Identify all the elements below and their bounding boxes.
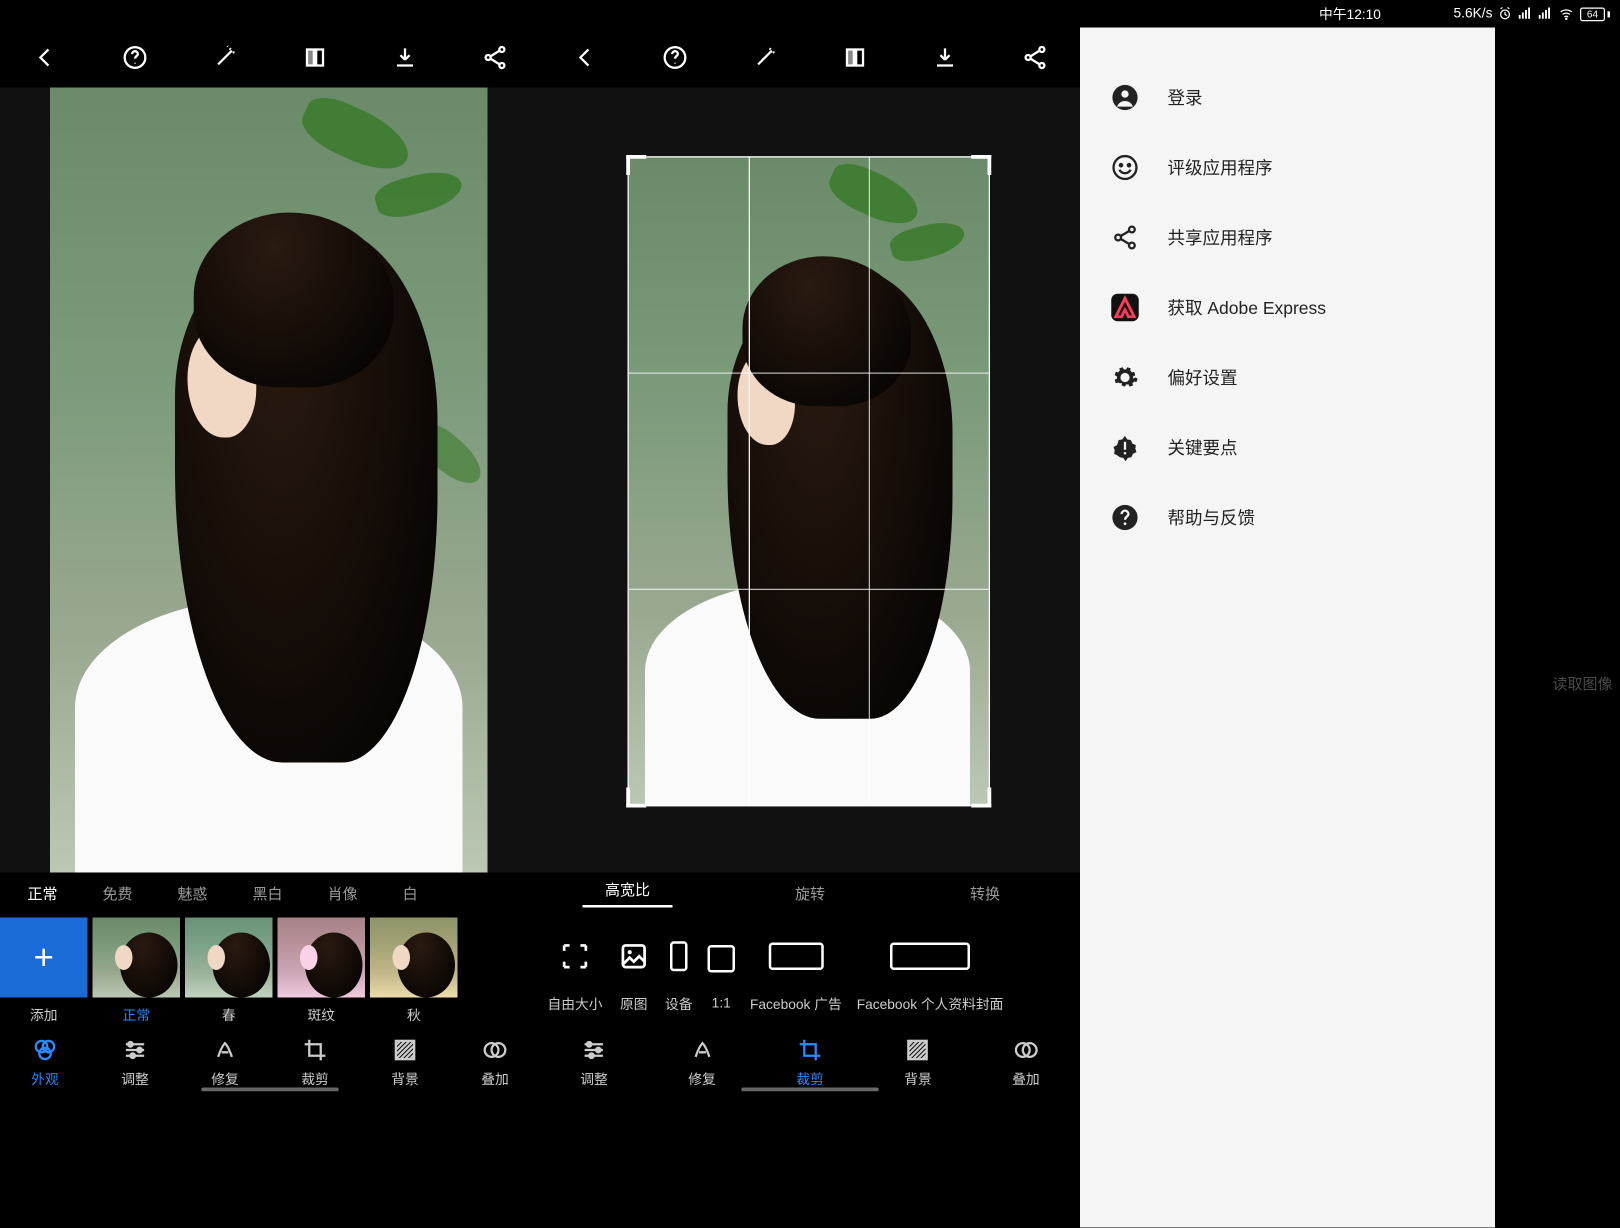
nav-background[interactable]: 背景 [391,1036,419,1089]
filter-tab[interactable]: 正常 [5,882,80,903]
crop-tab[interactable]: 高宽比 [583,878,673,907]
menu-adobe-express[interactable]: 获取 Adobe Express [1103,273,1473,343]
crop-free[interactable]: 自由大小 [543,931,608,1014]
filter-thumb[interactable]: 春 [185,918,273,1026]
nav-crop[interactable]: 裁剪 [301,1036,329,1089]
menu-preferences[interactable]: 偏好设置 [1103,343,1473,413]
crop-device[interactable]: 设备 [660,931,698,1014]
filter-thumbnails: + 添加 正常 春 斑纹 秋 [0,913,540,1028]
image-canvas-2[interactable] [540,88,1080,873]
bottom-nav-2: 调整 修复 裁剪 背景 叠加 [540,1028,1080,1098]
compare-icon[interactable] [298,40,333,75]
wifi-icon [1558,6,1576,21]
back-button[interactable] [28,40,63,75]
menu-help[interactable]: 帮助与反馈 [1103,483,1473,553]
filter-tab[interactable]: 黑白 [230,882,305,903]
crop-1-1[interactable]: 1:1 [703,934,741,1012]
nav-crop[interactable]: 裁剪 [796,1036,824,1089]
signal-icon [1518,6,1533,21]
nav-looks[interactable]: 外观 [31,1036,59,1089]
bg-hint-text: 读取图像 [1552,672,1612,693]
share-icon[interactable] [1018,40,1053,75]
wand-icon[interactable] [748,40,783,75]
crop-fb-cover[interactable]: Facebook 个人资料封面 [852,931,1009,1014]
drawer-menu: 登录 评级应用程序 共享应用程序 获取 Adobe Express 偏好设置 关… [1080,28,1495,1228]
menu-share[interactable]: 共享应用程序 [1103,203,1473,273]
help-icon[interactable] [118,40,153,75]
nav-adjust[interactable]: 调整 [121,1036,149,1089]
nav-adjust[interactable]: 调整 [580,1036,608,1089]
filter-tab[interactable]: 免费 [80,882,155,903]
nav-heal[interactable]: 修复 [688,1036,716,1089]
back-button[interactable] [568,40,603,75]
menu-rate[interactable]: 评级应用程序 [1103,133,1473,203]
signal-icon [1538,6,1553,21]
aspect-ratio-options: 自由大小 原图 设备 1:1 Facebook 广告 Facebook 个人资料… [540,913,1080,1028]
filter-tab[interactable]: 魅惑 [155,882,230,903]
compare-icon[interactable] [838,40,873,75]
filter-thumb[interactable]: 正常 [93,918,181,1026]
crop-tab[interactable]: 转换 [948,882,1023,903]
crop-fb-ad[interactable]: Facebook 广告 [745,931,847,1014]
download-icon[interactable] [928,40,963,75]
nav-background[interactable]: 背景 [904,1036,932,1089]
nav-overlay[interactable]: 叠加 [1012,1036,1040,1089]
filter-tab[interactable]: 肖像 [305,882,380,903]
battery-icon: 64 [1580,7,1610,21]
nav-overlay[interactable]: 叠加 [481,1036,509,1089]
filter-thumb[interactable]: 秋 [370,918,458,1026]
help-icon[interactable] [658,40,693,75]
alarm-icon [1498,6,1513,21]
filter-tab[interactable]: 白 [380,882,440,903]
image-canvas-1[interactable] [0,88,540,873]
wand-icon[interactable] [208,40,243,75]
add-filter-button[interactable]: + 添加 [0,918,88,1026]
status-bar: 中午12:10 5.6K/s 64 [1080,0,1620,28]
download-icon[interactable] [388,40,423,75]
filter-category-tabs[interactable]: 正常 免费 魅惑 黑白 肖像 白 [0,873,540,913]
crop-frame[interactable] [628,156,991,806]
crop-tabs[interactable]: 高宽比 旋转 转换 [540,873,1080,913]
nav-heal[interactable]: 修复 [211,1036,239,1089]
toolbar-2 [540,28,1080,88]
filter-thumb[interactable]: 斑纹 [278,918,366,1026]
menu-highlights[interactable]: 关键要点 [1103,413,1473,483]
crop-original[interactable]: 原图 [613,931,656,1014]
crop-tab[interactable]: 旋转 [773,882,848,903]
menu-login[interactable]: 登录 [1103,63,1473,133]
toolbar-1 [0,28,540,88]
share-icon[interactable] [478,40,513,75]
